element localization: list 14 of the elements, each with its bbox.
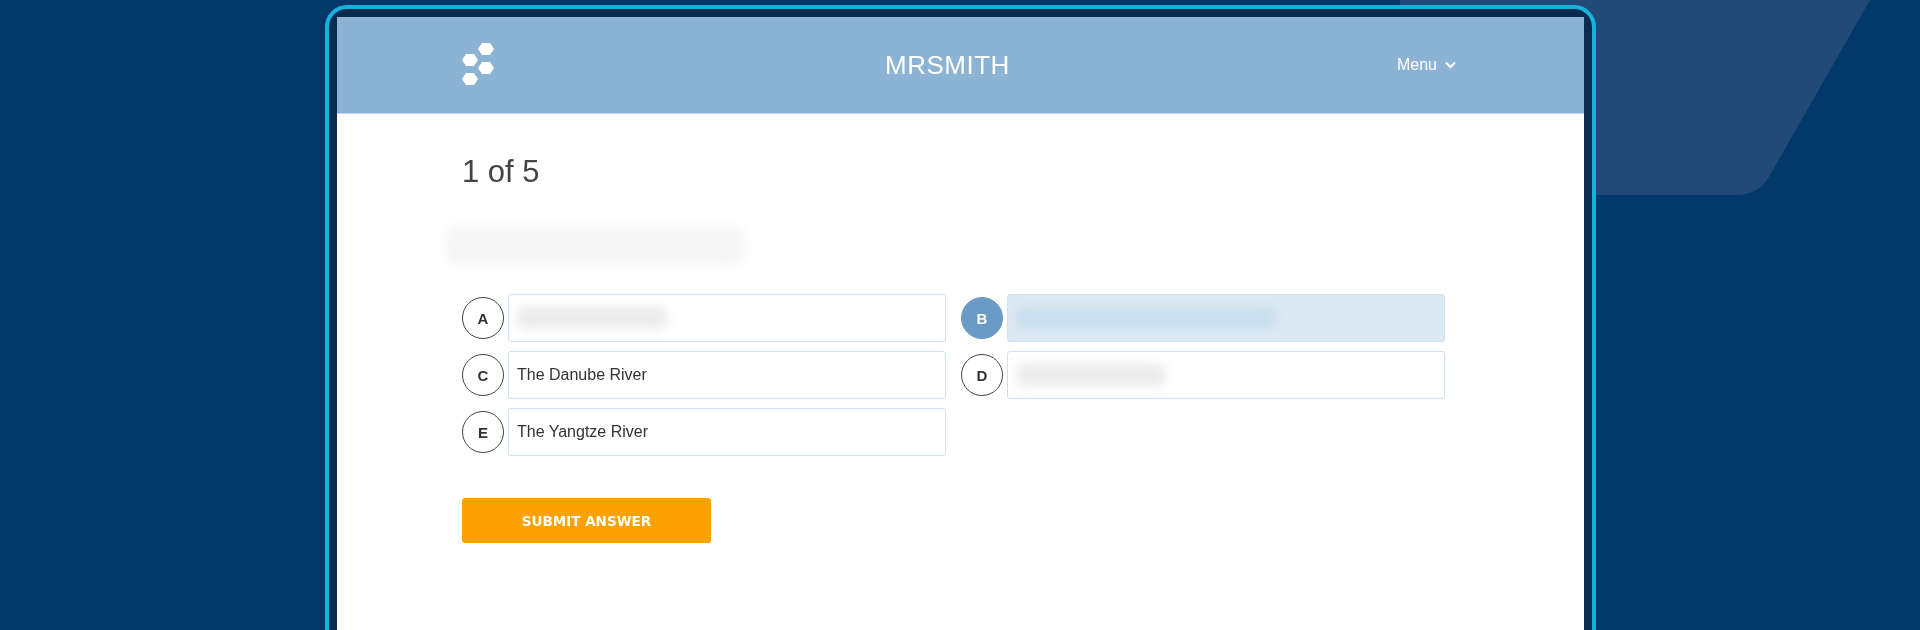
option-letter[interactable]: C [462, 354, 504, 396]
answer-option[interactable] [508, 294, 946, 342]
option-letter[interactable]: D [961, 354, 1003, 396]
question-counter: 1 of 5 [462, 154, 541, 190]
answer-option[interactable]: The Danube River [508, 351, 946, 399]
answer-option[interactable] [1007, 294, 1445, 342]
answer-text: The Yangtze River [517, 423, 649, 441]
site-title: MRSMITH [885, 49, 1010, 81]
chevron-icon [1445, 61, 1456, 69]
answer-option[interactable] [1007, 351, 1445, 399]
option-letter[interactable]: E [462, 411, 504, 453]
answer-text: The Danube River [517, 366, 647, 384]
answer-option[interactable]: The Yangtze River [508, 408, 946, 456]
option-letter[interactable]: A [462, 297, 504, 339]
